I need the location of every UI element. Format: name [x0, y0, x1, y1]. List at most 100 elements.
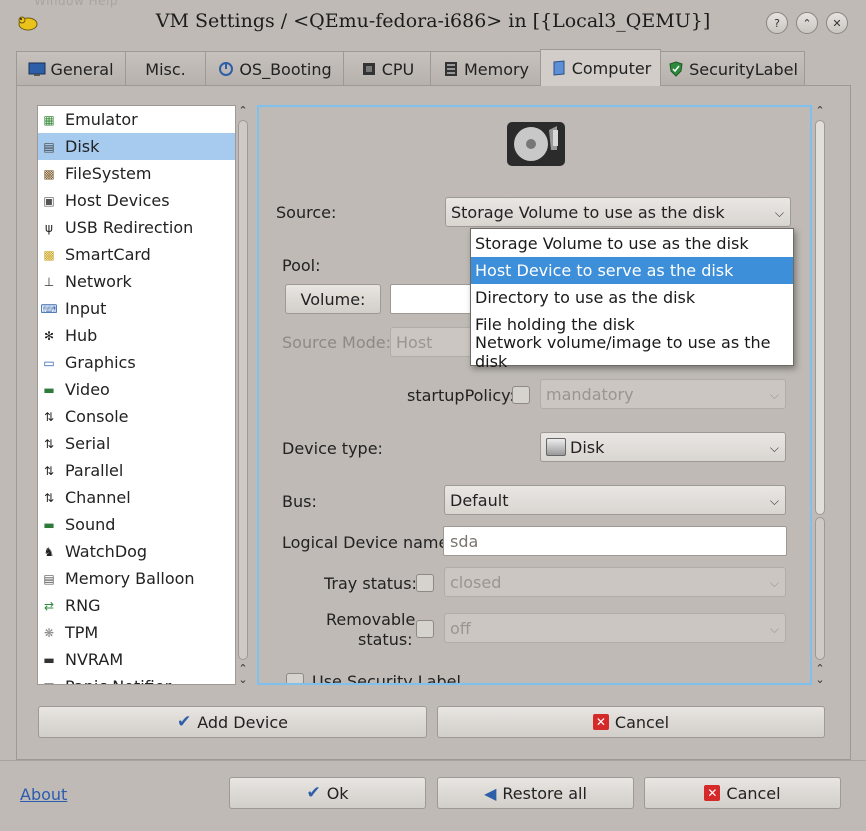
list-item-graphics[interactable]: ▭ Graphics: [38, 349, 235, 376]
tpm-icon: ❋: [43, 625, 55, 640]
list-item-label: Graphics: [65, 353, 136, 372]
tray-status-checkbox[interactable]: [416, 574, 434, 592]
close-icon: ✕: [832, 16, 842, 30]
startup-policy-label: startupPolicy:: [407, 386, 515, 405]
tab-general[interactable]: General: [16, 51, 126, 86]
cancel-device-button[interactable]: ✕ Cancel: [437, 706, 825, 738]
logical-device-name-input[interactable]: sda: [443, 526, 787, 556]
tray-status-label: Tray status:: [324, 574, 417, 593]
detail-scrollbar-handle[interactable]: [815, 120, 825, 515]
minimize-button[interactable]: ⌃: [796, 12, 818, 34]
tab-memory[interactable]: Memory: [430, 51, 541, 86]
list-item-panic-notifier[interactable]: ▤ Panic Notifier: [38, 673, 235, 685]
list-item-smartcard[interactable]: ▩ SmartCard: [38, 241, 235, 268]
device-type-value: Disk: [570, 437, 605, 457]
list-item-parallel[interactable]: ⇅ Parallel: [38, 457, 235, 484]
list-item-label: SmartCard: [65, 245, 151, 264]
restore-all-button[interactable]: ◀ Restore all: [437, 777, 634, 809]
list-item-label: NVRAM: [65, 650, 124, 669]
source-mode-label: Source Mode:: [282, 333, 392, 352]
startup-policy-checkbox[interactable]: [512, 386, 530, 404]
close-button[interactable]: ✕: [826, 12, 848, 34]
cancel-icon: ✕: [592, 714, 609, 730]
bus-select[interactable]: Default ⌵: [444, 485, 786, 515]
list-item-emulator[interactable]: ▦ Emulator: [38, 106, 235, 133]
help-button[interactable]: ?: [766, 12, 788, 34]
list-item-usb-redirection[interactable]: ψ USB Redirection: [38, 214, 235, 241]
removable-status-select[interactable]: off ⌵: [444, 613, 786, 643]
list-item-serial[interactable]: ⇅ Serial: [38, 430, 235, 457]
removable-label-line2: status:: [358, 630, 413, 649]
removable-label-line1: Removable: [326, 610, 416, 629]
list-item-filesystem[interactable]: ▩ FileSystem: [38, 160, 235, 187]
list-item-label: Memory Balloon: [65, 569, 195, 588]
tab-cpu[interactable]: CPU: [343, 51, 431, 86]
host-devices-icon: ▣: [43, 193, 55, 208]
list-item-label: Host Devices: [65, 191, 170, 210]
chevron-down-icon: ⌵: [774, 206, 784, 220]
bus-value: Default: [450, 490, 509, 510]
ok-button[interactable]: ✔ Ok: [229, 777, 426, 809]
removable-status-checkbox[interactable]: [416, 620, 434, 638]
list-item-watchdog[interactable]: ♞ WatchDog: [38, 538, 235, 565]
checkmark-icon: ✔: [176, 712, 192, 732]
source-option-storage-volume[interactable]: Storage Volume to use as the disk: [471, 230, 793, 257]
chevron-down-icon: ⌵: [769, 494, 779, 508]
boot-icon: [219, 62, 234, 76]
smartcard-icon: ▩: [43, 247, 55, 262]
emulator-icon: ▦: [43, 112, 55, 127]
tab-label: General: [50, 59, 114, 79]
cancel-button[interactable]: ✕ Cancel: [644, 777, 841, 809]
source-option-network-volume[interactable]: Network volume/image to use as the disk: [471, 333, 793, 371]
tab-security-label[interactable]: SecurityLabel: [660, 51, 805, 86]
source-selected-value: Storage Volume to use as the disk: [451, 202, 725, 222]
detail-scroll-up-arrow[interactable]: ⌃: [813, 104, 827, 117]
panic-icon: ▤: [41, 680, 57, 685]
tray-status-select[interactable]: closed ⌵: [444, 567, 786, 597]
serial-icon: ⇅: [43, 436, 55, 451]
list-item-label: Panic Notifier: [65, 677, 171, 684]
device-type-label: Device type:: [282, 439, 383, 458]
list-scroll-up-arrow[interactable]: ⌃: [236, 104, 250, 117]
chevron-down-icon: ⌵: [769, 441, 779, 455]
video-icon: ▬: [43, 382, 55, 397]
console-icon: ⇅: [43, 409, 55, 424]
list-item-video[interactable]: ▬ Video: [38, 376, 235, 403]
list-item-disk[interactable]: ▤ Disk: [38, 133, 235, 160]
cpu-icon: [362, 63, 375, 75]
list-item-network[interactable]: ⊥ Network: [38, 268, 235, 295]
list-item-label: Parallel: [65, 461, 124, 480]
list-item-nvram[interactable]: ▬ NVRAM: [38, 646, 235, 673]
list-item-sound[interactable]: ▬ Sound: [38, 511, 235, 538]
tab-os-booting[interactable]: OS_Booting: [205, 51, 344, 86]
source-select[interactable]: Storage Volume to use as the disk ⌵: [445, 197, 791, 227]
source-label: Source:: [276, 203, 337, 222]
startup-policy-select[interactable]: mandatory ⌵: [540, 379, 786, 409]
volume-button[interactable]: Volume:: [285, 284, 381, 314]
source-option-host-device[interactable]: Host Device to serve as the disk: [471, 257, 793, 284]
list-item-console[interactable]: ⇅ Console: [38, 403, 235, 430]
list-item-memory-balloon[interactable]: ▤ Memory Balloon: [38, 565, 235, 592]
device-type-select[interactable]: Disk ⌵: [540, 432, 786, 462]
list-item-input[interactable]: ⌨ Input: [38, 295, 235, 322]
tab-computer[interactable]: Computer: [540, 49, 661, 86]
list-item-tpm[interactable]: ❋ TPM: [38, 619, 235, 646]
list-item-host-devices[interactable]: ▣ Host Devices: [38, 187, 235, 214]
memory-icon: [444, 62, 457, 76]
security-label-checkbox[interactable]: [286, 673, 304, 683]
source-option-directory[interactable]: Directory to use as the disk: [471, 284, 793, 311]
tab-misc[interactable]: Misc.: [125, 51, 206, 86]
tab-label: Memory: [463, 59, 530, 79]
about-link[interactable]: About: [20, 785, 67, 804]
detail-scrollbar-track[interactable]: [815, 517, 825, 660]
list-item-rng[interactable]: ⇄ RNG: [38, 592, 235, 619]
list-scrollbar[interactable]: [238, 120, 248, 660]
add-device-button[interactable]: ✔ Add Device: [38, 706, 427, 738]
detail-scroll-down-arrow[interactable]: ⌄: [813, 673, 827, 686]
list-item-hub[interactable]: ✻ Hub: [38, 322, 235, 349]
ok-label: Ok: [326, 783, 349, 803]
input-icon: ⌨: [40, 301, 58, 316]
memory-balloon-icon: ▤: [43, 571, 55, 586]
list-item-channel[interactable]: ⇅ Channel: [38, 484, 235, 511]
list-scroll-down-arrow[interactable]: ⌄: [236, 673, 250, 686]
